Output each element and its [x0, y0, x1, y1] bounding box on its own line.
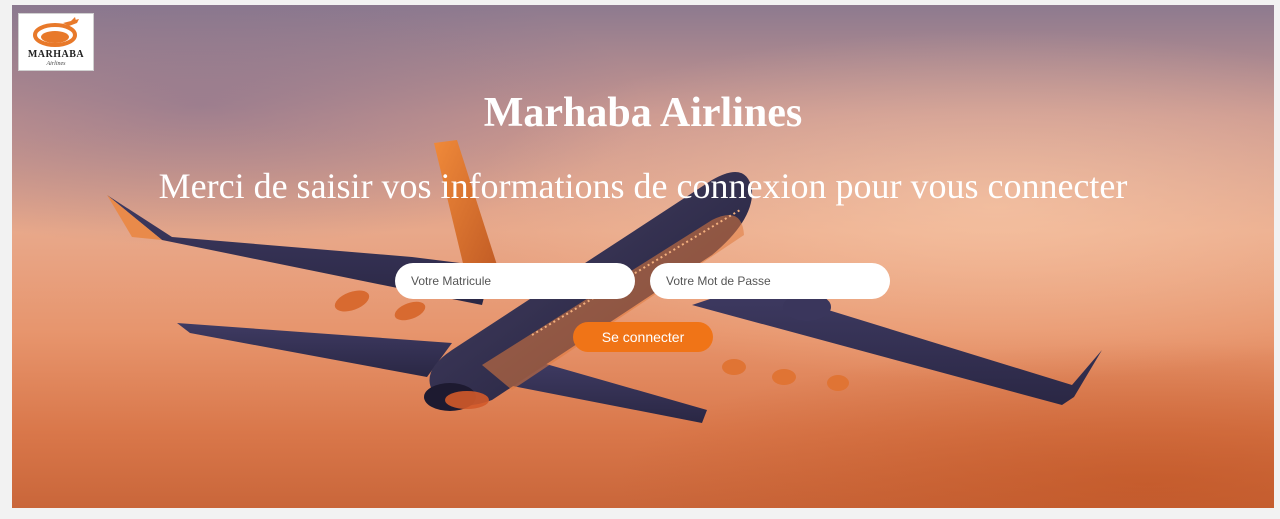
page-title: Marhaba Airlines	[483, 90, 803, 136]
airplane-image	[107, 140, 1102, 423]
password-input[interactable]	[650, 263, 890, 299]
logo-tagline: Airlines	[46, 61, 66, 67]
login-button[interactable]: Se connecter	[573, 322, 713, 352]
matricule-input[interactable]	[395, 263, 635, 299]
hero-banner: MARHABA Airlines Marhaba Airlines Merci …	[12, 5, 1274, 508]
login-instructions: Merci de saisir vos informations de conn…	[158, 166, 1128, 206]
airplane-swoosh-icon	[33, 17, 79, 47]
logo-wordmark: MARHABA	[27, 49, 85, 60]
brand-logo: MARHABA Airlines	[18, 13, 94, 71]
